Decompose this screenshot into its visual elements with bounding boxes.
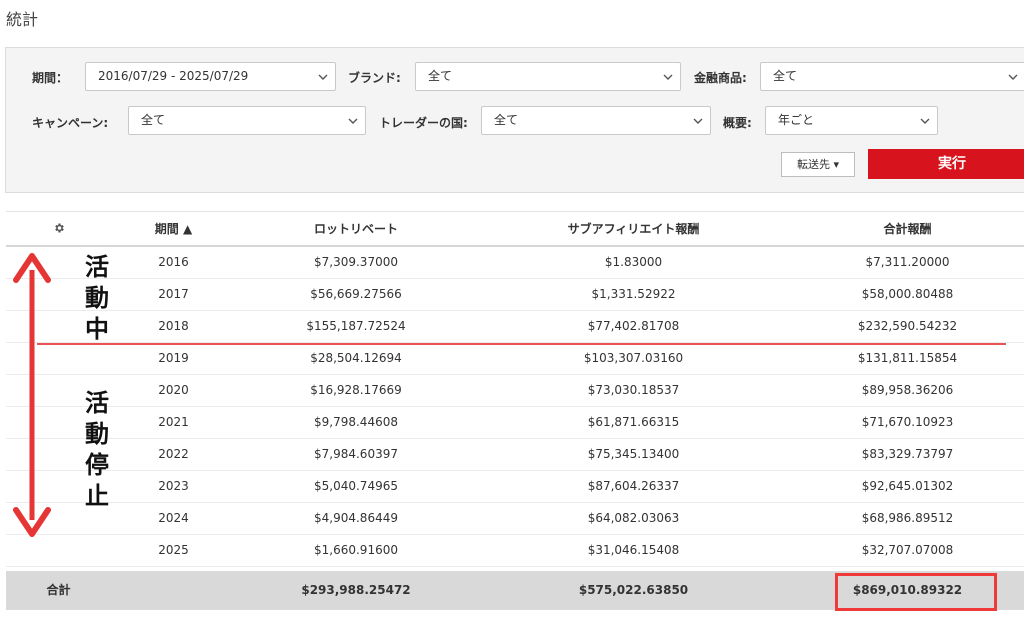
table-row: 2018 $155,187.72524 $77,402.81708 $232,5… [6,311,1024,343]
stats-table: 期間 ▲ ロットリベート サブアフィリエイト報酬 合計報酬 2016 $7,30… [6,211,1024,567]
forward-to-button[interactable]: 転送先 ▾ [781,152,855,177]
lot-rebate-cell: $1,660.91600 [314,543,398,557]
period-label: 期間： [32,71,69,85]
sub-affiliate-cell: $1.83000 [604,255,663,269]
table-row: 2016 $7,309.37000 $1.83000 $7,311.20000 [6,247,1024,279]
table-header: 期間 ▲ ロットリベート サブアフィリエイト報酬 合計報酬 [6,211,1024,247]
year-cell: 2017 [158,287,189,301]
total-cell: $68,986.89512 [861,511,954,525]
lot-rebate-cell: $7,984.60397 [314,447,398,461]
lot-rebate-cell: $9,798.44608 [314,415,398,429]
sub-affiliate-cell: $87,604.26337 [587,479,680,493]
year-cell: 2023 [158,479,189,493]
table-row: 2024 $4,904.86449 $64,082.03063 $68,986.… [6,503,1024,535]
campaign-label: キャンペーン: [32,116,109,130]
gear-icon[interactable] [53,213,65,247]
year-cell: 2022 [158,447,189,461]
double-arrow-icon [10,252,54,541]
lot-rebate-cell: $4,904.86449 [314,511,398,525]
year-cell: 2019 [158,351,189,365]
year-cell: 2025 [158,543,189,557]
sub-affiliate-cell: $75,345.13400 [587,447,680,461]
brand-label: ブランド: [348,71,401,85]
sub-affiliate-column-header[interactable]: サブアフィリエイト報酬 [476,212,791,246]
year-cell: 2024 [158,511,189,525]
sub-affiliate-cell: $73,030.18537 [587,383,680,397]
product-value: 全て [773,69,798,83]
period-column-header[interactable]: 期間 ▲ [111,212,236,246]
year-cell: 2020 [158,383,189,397]
period-value: 2016/07/29 - 2025/07/29 [98,69,249,83]
lot-rebate-cell: $5,040.74965 [314,479,398,493]
sub-affiliate-cell: $1,331.52922 [591,287,676,301]
table-row: 2020 $16,928.17669 $73,030.18537 $89,958… [6,375,1024,407]
year-cell: 2018 [158,319,189,333]
year-cell: 2021 [158,415,189,429]
chevron-down-icon [1008,72,1018,81]
brand-value: 全て [428,69,453,83]
table-row: 2022 $7,984.60397 $75,345.13400 $83,329.… [6,439,1024,471]
lot-rebate-cell: $7,309.37000 [314,255,398,269]
total-cell: $92,645.01302 [861,479,954,493]
totals-label: 合計 [46,583,71,597]
country-value: 全て [494,113,519,127]
chevron-down-icon [318,72,328,81]
lot-rebate-cell: $16,928.17669 [310,383,402,397]
summary-value: 年ごと [778,113,815,127]
year-cell: 2016 [158,255,189,269]
sub-affiliate-cell: $61,871.66315 [587,415,680,429]
total-cell: $58,000.80488 [861,287,954,301]
filter-panel: 期間： 2016/07/29 - 2025/07/29 ブランド: 全て 金融商… [5,47,1024,193]
lot-rebate-cell: $56,669.27566 [310,287,402,301]
total-cell: $131,811.15854 [857,351,958,365]
chevron-down-icon [663,72,673,81]
sub-affiliate-cell: $31,046.15408 [587,543,680,557]
sub-affiliate-cell: $77,402.81708 [587,319,680,333]
sub-affiliate-cell: $64,082.03063 [587,511,680,525]
period-select[interactable]: 2016/07/29 - 2025/07/29 [85,62,336,91]
country-select[interactable]: 全て [481,106,711,135]
country-label: トレーダーの国: [379,116,468,130]
table-row: 2017 $56,669.27566 $1,331.52922 $58,000.… [6,279,1024,311]
table-row: 2019 $28,504.12694 $103,307.03160 $131,8… [6,343,1024,375]
campaign-select[interactable]: 全て [128,106,366,135]
total-cell: $71,670.10923 [861,415,954,429]
totals-row: 合計 $293,988.25472 $575,022.63850 $869,01… [6,571,1024,610]
run-button[interactable]: 実行 [868,149,1024,179]
settings-header[interactable] [6,212,111,246]
active-annotation: 活 動 中 [85,253,109,343]
brand-select[interactable]: 全て [415,62,681,91]
total-cell: $32,707.07008 [861,543,954,557]
lot-rebate-column-header[interactable]: ロットリベート [236,212,476,246]
totals-sub-affiliate: $575,022.63850 [578,583,689,597]
active-inactive-divider [37,343,1006,345]
product-select[interactable]: 全て [760,62,1024,91]
total-column-header[interactable]: 合計報酬 [791,212,1024,246]
totals-total: $869,010.89322 [852,583,963,597]
total-cell: $83,329.73797 [861,447,954,461]
lot-rebate-cell: $28,504.12694 [310,351,402,365]
table-row: 2023 $5,040.74965 $87,604.26337 $92,645.… [6,471,1024,503]
total-cell: $7,311.20000 [865,255,950,269]
page-title: 統計 [6,10,39,29]
sub-affiliate-cell: $103,307.03160 [583,351,684,365]
product-label: 金融商品: [694,71,747,85]
chevron-down-icon [348,116,358,125]
total-cell: $232,590.54232 [857,319,958,333]
total-cell: $89,958.36206 [861,383,954,397]
inactive-annotation: 活 動 停 止 [85,389,109,510]
campaign-value: 全て [141,113,166,127]
table-row: 2021 $9,798.44608 $61,871.66315 $71,670.… [6,407,1024,439]
lot-rebate-cell: $155,187.72524 [306,319,406,333]
chevron-down-icon [693,116,703,125]
summary-label: 概要: [723,116,752,130]
summary-select[interactable]: 年ごと [765,106,938,135]
totals-lot-rebate: $293,988.25472 [301,583,411,597]
table-row: 2025 $1,660.91600 $31,046.15408 $32,707.… [6,535,1024,567]
chevron-down-icon [920,116,930,125]
